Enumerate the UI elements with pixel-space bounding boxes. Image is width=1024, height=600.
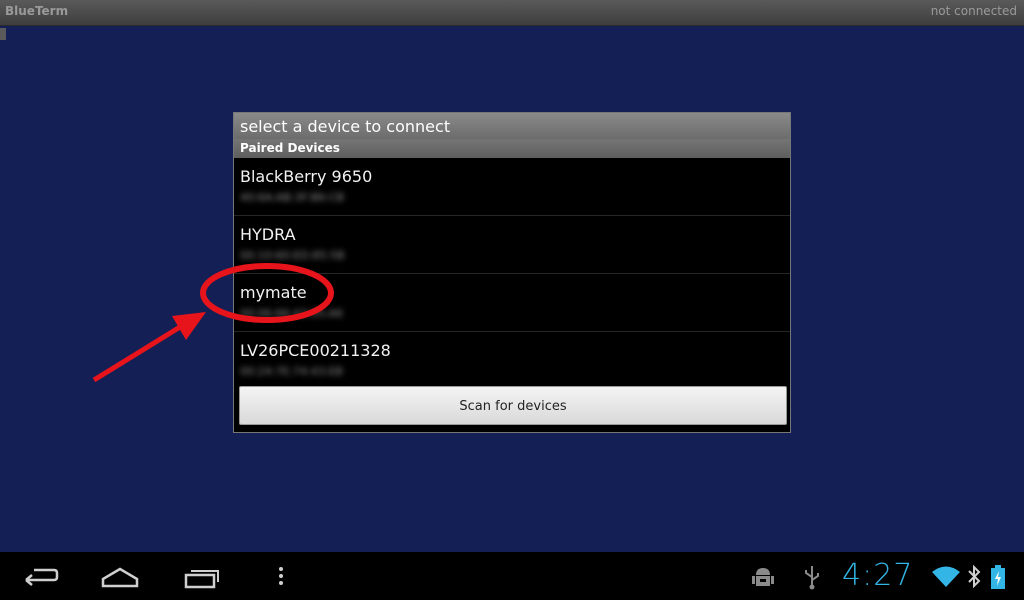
- device-list: BlackBerry 9650 40:6A:AB:3F:B6:CB HYDRA …: [234, 158, 790, 389]
- android-debug-icon: [752, 568, 774, 586]
- device-address: 00:10:60:ED:85:5B: [240, 249, 345, 262]
- device-item-blackberry[interactable]: BlackBerry 9650 40:6A:AB:3F:B6:CB: [234, 158, 790, 216]
- section-header-paired-devices: Paired Devices: [234, 139, 790, 158]
- dialog-title: select a device to connect: [234, 113, 790, 139]
- device-name: LV26PCE00211328: [240, 341, 391, 360]
- wifi-icon: [932, 566, 960, 587]
- battery-charging-icon: [991, 565, 1005, 589]
- device-picker-dialog: select a device to connect Paired Device…: [233, 112, 791, 433]
- device-address: 00:06:66:43:05:A6: [240, 307, 344, 320]
- connection-status: not connected: [930, 4, 1017, 18]
- device-address: 40:6A:AB:3F:B6:CB: [240, 191, 345, 204]
- device-name: mymate: [240, 283, 307, 302]
- usb-icon: [805, 566, 819, 590]
- device-name: HYDRA: [240, 225, 296, 244]
- home-icon[interactable]: [99, 562, 141, 592]
- terminal-cursor: [0, 28, 6, 40]
- bluetooth-icon: [968, 564, 981, 589]
- recent-apps-icon[interactable]: [182, 562, 222, 592]
- annotation-arrow-head: [172, 312, 206, 340]
- device-item-mymate[interactable]: mymate 00:06:66:43:05:A6: [234, 274, 790, 332]
- device-address: 00:24:7E:74:43:EB: [240, 365, 343, 378]
- system-nav-bar: 4:27: [0, 552, 1024, 600]
- device-item-lv26pce[interactable]: LV26PCE00211328 00:24:7E:74:43:EB: [234, 332, 790, 389]
- back-icon[interactable]: [20, 562, 60, 592]
- device-name: BlackBerry 9650: [240, 167, 373, 186]
- annotation-arrow-shaft: [92, 324, 182, 383]
- app-title: BlueTerm: [5, 4, 69, 18]
- clock: 4:27: [842, 558, 914, 593]
- menu-icon[interactable]: [275, 562, 287, 592]
- scan-for-devices-button[interactable]: Scan for devices: [239, 386, 787, 425]
- title-bar: BlueTerm not connected: [0, 0, 1024, 26]
- device-item-hydra[interactable]: HYDRA 00:10:60:ED:85:5B: [234, 216, 790, 274]
